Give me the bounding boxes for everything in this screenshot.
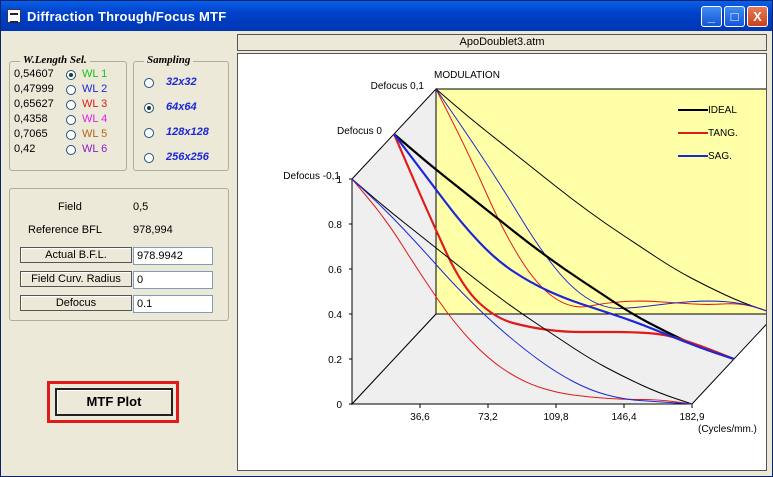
wavelength-group-title: W.Length Sel.: [20, 54, 90, 66]
x-tick-label: 73,2: [478, 412, 498, 423]
sampling-group-title: Sampling: [144, 54, 194, 66]
wavelength-name: WL 5: [82, 128, 108, 140]
wavelength-value: 0,54607: [14, 68, 54, 80]
wavelength-value: 0,65627: [14, 98, 54, 110]
file-name-bar: ApoDoublet3.atm: [237, 34, 767, 51]
sampling-label-2[interactable]: 64x64: [166, 101, 197, 113]
wavelength-radio[interactable]: [66, 130, 76, 140]
wavelength-option-5[interactable]: 0,7065 WL 5: [14, 128, 124, 143]
mtf-chart: 00.20.40.60.8136,6 73,2 109,8 146,4 182,9(Cy…: [283, 70, 766, 435]
sampling-radio-1[interactable]: [144, 78, 154, 88]
reference-bfl-value: 978,994: [133, 224, 173, 236]
legend-label: SAG.: [708, 151, 732, 162]
info-group: Field 0,5 Reference BFL 978,994 Actual B…: [9, 188, 229, 321]
wavelength-value: 0,42: [14, 143, 36, 155]
field-label: Field: [58, 201, 82, 213]
wavelength-name: WL 3: [82, 98, 108, 110]
x-unit-label: (Cycles/mm.): [698, 424, 757, 435]
wavelength-radio[interactable]: [66, 145, 76, 155]
wavelength-option-4[interactable]: 0,4358 WL 4: [14, 113, 124, 128]
sampling-radio-4[interactable]: [144, 153, 154, 163]
field-value: 0,5: [133, 201, 149, 213]
maximize-button[interactable]: □: [724, 6, 745, 27]
mtf-plot-area: 0 0.2 0.4 0.6 0.8 1 36,6 73,2 109,8 146,4 182,9 (Cy…: [237, 53, 767, 471]
wavelength-name: WL 2: [82, 83, 108, 95]
wavelength-radio[interactable]: [66, 70, 76, 80]
depth-label: Defocus 0,1: [371, 81, 425, 92]
defocus-input[interactable]: [133, 295, 213, 313]
sampling-radio-2[interactable]: [144, 103, 154, 113]
wavelength-name: WL 6: [82, 143, 108, 155]
wavelength-value: 0,47999: [14, 83, 54, 95]
sampling-label-4[interactable]: 256x256: [166, 151, 209, 163]
y-tick-label: 0.4: [328, 310, 342, 321]
x-tick-label: 182,9: [679, 412, 704, 423]
actual-bfl-button[interactable]: Actual B.F.L.: [20, 247, 132, 263]
wavelength-option-3[interactable]: 0,65627 WL 3: [14, 98, 124, 113]
wavelength-name: WL 1: [82, 68, 108, 80]
wavelength-group: W.Length Sel. 0,54607 WL 1 0,47999 WL 2 0,65…: [9, 54, 127, 171]
title-bar[interactable]: Diffraction Through/Focus MTF _ □ X: [1, 1, 772, 31]
x-tick-label: 36,6: [410, 412, 430, 423]
y-tick-label: 0.6: [328, 265, 342, 276]
chart-title: MODULATION: [434, 70, 500, 81]
window-title: Diffraction Through/Focus MTF: [27, 9, 227, 24]
defocus-button[interactable]: Defocus: [20, 295, 132, 311]
app-icon: [7, 9, 21, 23]
minimize-button[interactable]: _: [701, 6, 722, 27]
field-curv-radius-input[interactable]: [133, 271, 213, 289]
sampling-label-1[interactable]: 32x32: [166, 76, 197, 88]
actual-bfl-input[interactable]: [133, 247, 213, 265]
y-tick-label: 0.2: [328, 355, 342, 366]
close-button[interactable]: X: [747, 6, 768, 27]
y-tick-label: 0: [336, 400, 342, 411]
wavelength-radio[interactable]: [66, 100, 76, 110]
app-window: Diffraction Through/Focus MTF _ □ X W.Le…: [0, 0, 773, 477]
wavelength-option-1[interactable]: 0,54607 WL 1: [14, 68, 124, 83]
mtf-plot-button[interactable]: MTF Plot: [55, 388, 173, 416]
wavelength-option-2[interactable]: 0,47999 WL 2: [14, 83, 124, 98]
wavelength-value: 0,4358: [14, 113, 48, 125]
y-tick-label: 0.8: [328, 220, 342, 231]
wavelength-option-6[interactable]: 0,42 WL 6: [14, 143, 124, 158]
reference-bfl-label: Reference BFL: [28, 224, 102, 236]
depth-label: Defocus -0,1: [283, 171, 340, 182]
wavelength-radio[interactable]: [66, 85, 76, 95]
sampling-label-3[interactable]: 128x128: [166, 126, 209, 138]
wavelength-radio[interactable]: [66, 115, 76, 125]
depth-label: Defocus 0: [337, 126, 382, 137]
back-panel: [435, 88, 766, 315]
field-curv-radius-button[interactable]: Field Curv. Radius: [20, 271, 132, 287]
legend-label: TANG.: [708, 128, 738, 139]
legend-label: IDEAL: [708, 105, 737, 116]
x-tick-label: 146,4: [611, 412, 636, 423]
x-tick-label: 109,8: [543, 412, 568, 423]
sampling-group: Sampling 32x32 64x64 128x128 256x256: [133, 54, 229, 171]
wavelength-name: WL 4: [82, 113, 108, 125]
wavelength-value: 0,7065: [14, 128, 48, 140]
sampling-radio-3[interactable]: [144, 128, 154, 138]
